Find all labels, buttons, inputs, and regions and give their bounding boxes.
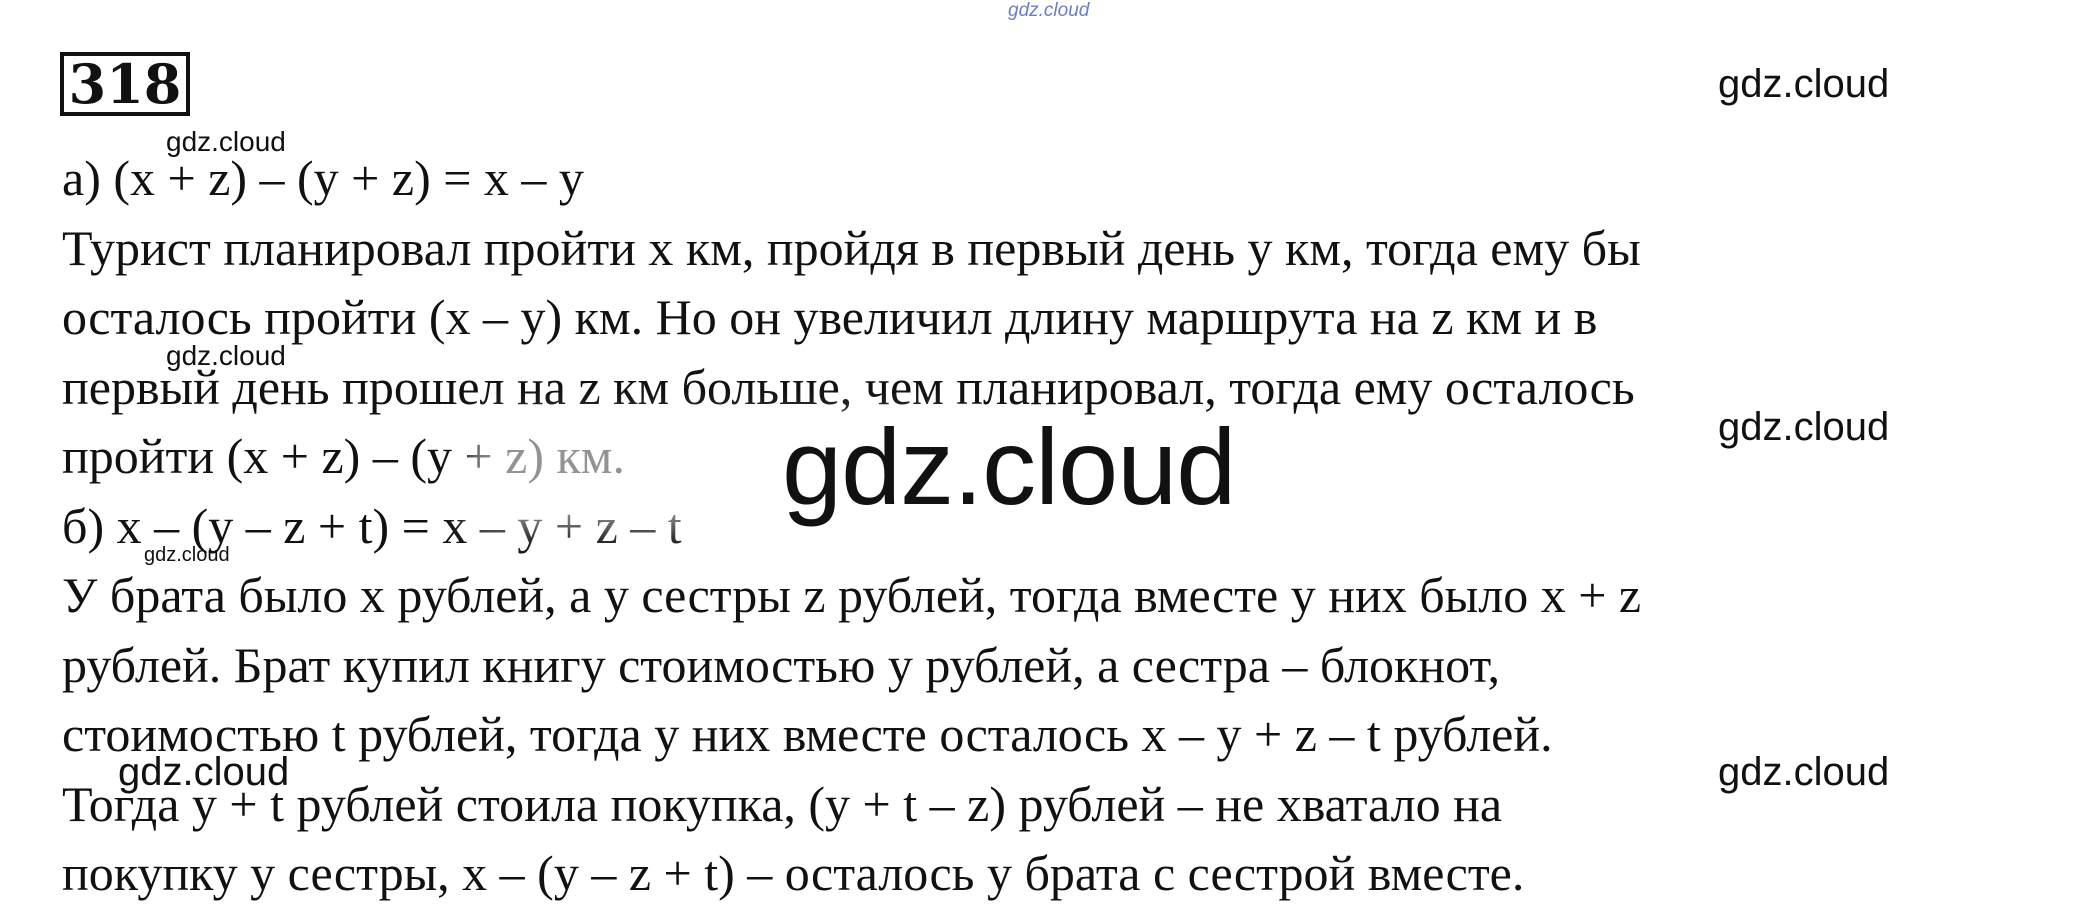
watermark: gdz.cloud [1718, 62, 1890, 106]
watermark: gdz.cloud [118, 750, 290, 794]
top-watermark: gdz.cloud [1008, 0, 1090, 21]
watermark: gdz.cloud [1718, 750, 1890, 794]
text-line: рублей. Брат купил книгу стоимостью y ру… [62, 636, 1501, 693]
text-line: У брата было x рублей, а у сестры z рубл… [62, 567, 1642, 623]
problem-number-box: 318 [60, 52, 190, 116]
center-watermark: gdz.cloud [782, 406, 1236, 527]
text-line: а) (x + z) – (y + z) = x – y [62, 150, 584, 206]
watermark: gdz.cloud [166, 340, 286, 371]
text-line: Турист планировал пройти x км, пройдя в … [62, 219, 1641, 276]
watermark: gdz.cloud [144, 544, 230, 566]
text-line: покупку у сестры, x – (y – z + t) – оста… [62, 845, 1525, 901]
text-line: осталось пройти (x – y) км. Но он увелич… [62, 289, 1598, 345]
watermark: gdz.cloud [1718, 405, 1890, 449]
watermark: gdz.cloud [166, 126, 286, 157]
